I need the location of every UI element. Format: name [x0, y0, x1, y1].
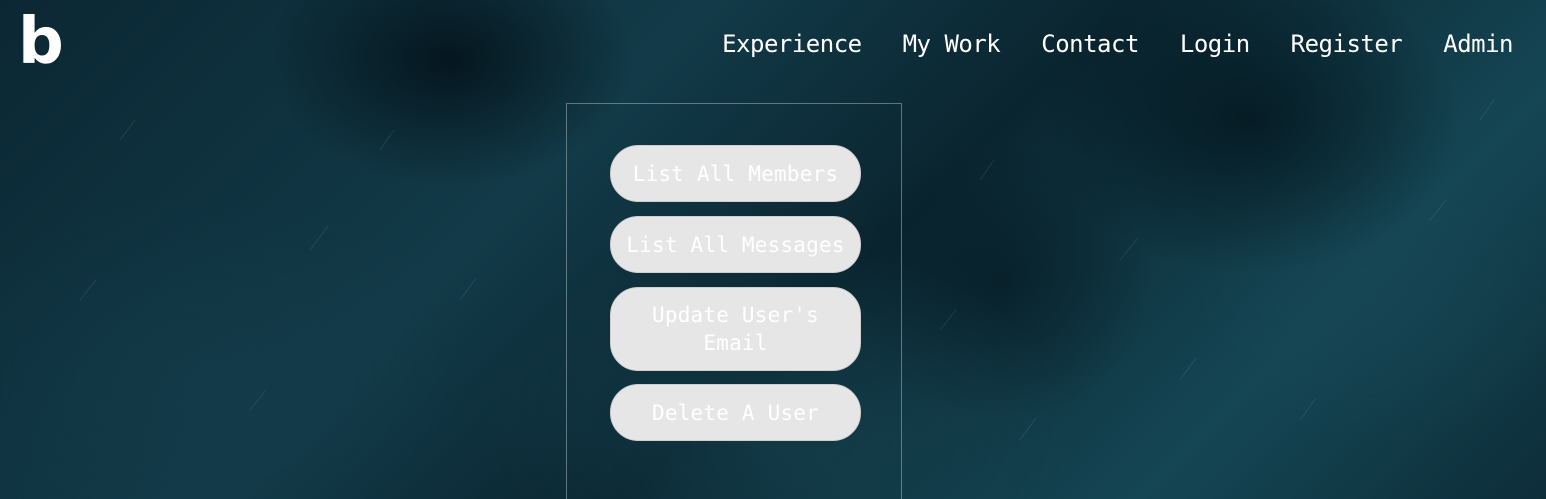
nav-link-admin[interactable]: Admin — [1443, 30, 1513, 58]
list-all-members-button[interactable]: List All Members — [610, 145, 861, 202]
update-user-email-button[interactable]: Update User's Email — [610, 287, 861, 371]
nav-link-experience[interactable]: Experience — [722, 30, 862, 58]
main-nav: Experience My Work Contact Login Registe… — [722, 30, 1513, 58]
admin-panel: List All Members List All Messages Updat… — [566, 103, 902, 499]
nav-link-my-work[interactable]: My Work — [903, 30, 1001, 58]
list-all-messages-button[interactable]: List All Messages — [610, 216, 861, 273]
site-logo[interactable]: b — [18, 10, 64, 74]
nav-link-register[interactable]: Register — [1291, 30, 1403, 58]
nav-link-contact[interactable]: Contact — [1041, 30, 1139, 58]
delete-user-button[interactable]: Delete A User — [610, 384, 861, 441]
nav-link-login[interactable]: Login — [1180, 30, 1250, 58]
